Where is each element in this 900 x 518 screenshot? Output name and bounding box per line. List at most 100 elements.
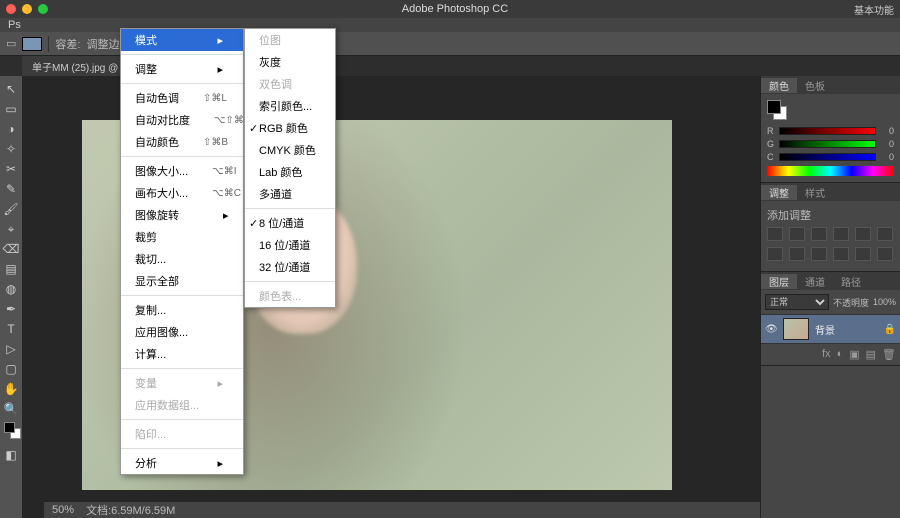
eyedropper-tool-icon[interactable]: ✎ xyxy=(2,180,20,198)
tab-swatches[interactable]: 色板 xyxy=(797,78,833,93)
adj-hue-icon[interactable] xyxy=(877,227,893,241)
zoom-tool-icon[interactable]: 🔍 xyxy=(2,400,20,418)
menu-item[interactable]: 画布大小...⌥⌘C xyxy=(121,182,243,204)
adj-bw-icon[interactable] xyxy=(767,247,783,261)
r-value[interactable]: 0 xyxy=(880,126,894,136)
brush-tool-icon[interactable]: 🖌 xyxy=(2,200,20,218)
adj-exposure-icon[interactable] xyxy=(833,227,849,241)
lock-icon[interactable]: 🔒 xyxy=(884,324,896,335)
shape-tool-icon[interactable]: ▢ xyxy=(2,360,20,378)
stamp-tool-icon[interactable]: ⌖ xyxy=(2,220,20,238)
layer-thumb[interactable] xyxy=(783,318,809,340)
tab-styles[interactable]: 样式 xyxy=(797,185,833,200)
statusbar: 50% 文档:6.59M/6.59M xyxy=(44,502,760,518)
blend-mode-select[interactable]: 正常 xyxy=(765,294,829,310)
tab-layers[interactable]: 图层 xyxy=(761,274,797,289)
menu-item[interactable]: 16 位/通道 xyxy=(245,234,335,256)
path-tool-icon[interactable]: ▷ xyxy=(2,340,20,358)
menu-item[interactable]: 应用图像... xyxy=(121,321,243,343)
type-tool-icon[interactable]: T xyxy=(2,320,20,338)
menu-item[interactable]: 索引颜色... xyxy=(245,95,335,117)
menu-item[interactable]: 图像旋转▸ xyxy=(121,204,243,226)
g-value[interactable]: 0 xyxy=(880,139,894,149)
minimize-icon[interactable] xyxy=(22,4,32,14)
menu-item[interactable]: Lab 颜色 xyxy=(245,161,335,183)
tab-channels[interactable]: 通道 xyxy=(797,274,833,289)
b-slider[interactable] xyxy=(779,153,876,161)
spectrum-strip[interactable] xyxy=(767,166,894,176)
trash-icon[interactable]: 🗑 xyxy=(882,348,896,361)
toolbox: ↖ ▭ ◑ ✧ ✂ ✎ 🖌 ⌖ ⌫ ▤ ◍ ✒ T ▷ ▢ ✋ 🔍 ◧ xyxy=(0,76,22,518)
adj-posterize-icon[interactable] xyxy=(877,247,893,261)
menu-item[interactable]: 显示全部 xyxy=(121,270,243,292)
close-icon[interactable] xyxy=(6,4,16,14)
menu-item[interactable]: ✓RGB 颜色 xyxy=(245,117,335,139)
gradient-tool-icon[interactable]: ▤ xyxy=(2,260,20,278)
fg-bg-swatch[interactable] xyxy=(2,420,20,444)
lasso-tool-icon[interactable]: ◑ xyxy=(2,120,20,138)
menu-item[interactable]: 自动颜色⇧⌘B xyxy=(121,131,243,153)
opacity-label: 不透明度 xyxy=(833,296,869,309)
menu-item[interactable]: 复制... xyxy=(121,299,243,321)
layer-name[interactable]: 背景 xyxy=(815,322,835,337)
wand-tool-icon[interactable]: ✧ xyxy=(2,140,20,158)
adj-vibrance-icon[interactable] xyxy=(855,227,871,241)
eraser-tool-icon[interactable]: ⌫ xyxy=(2,240,20,258)
tab-color[interactable]: 颜色 xyxy=(761,78,797,93)
marquee-tool-icon[interactable]: ▭ xyxy=(2,100,20,118)
b-value[interactable]: 0 xyxy=(880,152,894,162)
mask-icon[interactable]: ◐ xyxy=(837,348,844,361)
menu-item[interactable]: 模式▸ xyxy=(121,29,243,51)
fx-icon[interactable]: fx xyxy=(822,348,831,361)
doc-info[interactable]: 文档:6.59M/6.59M xyxy=(86,502,175,518)
adj-invert-icon[interactable] xyxy=(855,247,871,261)
visibility-icon[interactable]: 👁 xyxy=(765,324,777,335)
menu-item: 颜色表... xyxy=(245,285,335,307)
menu-item[interactable]: 自动色调⇧⌘L xyxy=(121,87,243,109)
menu-item[interactable]: CMYK 颜色 xyxy=(245,139,335,161)
menu-item[interactable]: ✓8 位/通道 xyxy=(245,212,335,234)
menu-item: 位图 xyxy=(245,29,335,51)
app-logo[interactable]: Ps xyxy=(8,19,21,31)
menu-item[interactable]: 多通道 xyxy=(245,183,335,205)
new-layer-icon[interactable]: ▤ xyxy=(866,348,876,361)
workspace-label[interactable]: 基本功能 xyxy=(854,2,894,17)
menu-item: 双色调 xyxy=(245,73,335,95)
quickmask-icon[interactable]: ◧ xyxy=(2,446,20,464)
adj-curves-icon[interactable] xyxy=(811,227,827,241)
opacity-value[interactable]: 100% xyxy=(873,297,896,307)
crop-tool-icon[interactable]: ✂ xyxy=(2,160,20,178)
adj-brightness-icon[interactable] xyxy=(767,227,783,241)
panel-fg-bg[interactable] xyxy=(767,100,789,122)
foreground-swatch[interactable] xyxy=(22,37,42,51)
r-slider[interactable] xyxy=(779,127,876,135)
tab-adjustments[interactable]: 调整 xyxy=(761,185,797,200)
menu-item[interactable]: 分析▸ xyxy=(121,452,243,474)
menu-item[interactable]: 32 位/通道 xyxy=(245,256,335,278)
move-tool-icon[interactable]: ↖ xyxy=(2,80,20,98)
hand-tool-icon[interactable]: ✋ xyxy=(2,380,20,398)
layer-row[interactable]: 👁 背景 🔒 xyxy=(761,315,900,343)
menu-item[interactable]: 调整▸ xyxy=(121,58,243,80)
zoom-level[interactable]: 50% xyxy=(52,504,74,516)
menu-item[interactable]: 裁剪 xyxy=(121,226,243,248)
g-slider[interactable] xyxy=(779,140,876,148)
titlebar: Adobe Photoshop CC 基本功能 xyxy=(0,0,900,18)
adj-levels-icon[interactable] xyxy=(789,227,805,241)
adj-photo-filter-icon[interactable] xyxy=(789,247,805,261)
pen-tool-icon[interactable]: ✒ xyxy=(2,300,20,318)
maximize-icon[interactable] xyxy=(38,4,48,14)
layers-panel: 图层 通道 路径 正常 不透明度 100% 👁 背景 🔒 fx xyxy=(761,272,900,366)
folder-icon[interactable]: ▣ xyxy=(849,348,859,361)
menu-item[interactable]: 灰度 xyxy=(245,51,335,73)
menu-item[interactable]: 自动对比度⌥⇧⌘L xyxy=(121,109,243,131)
menu-item[interactable]: 裁切... xyxy=(121,248,243,270)
adj-mixer-icon[interactable] xyxy=(811,247,827,261)
blur-tool-icon[interactable]: ◍ xyxy=(2,280,20,298)
menu-item[interactable]: 图像大小...⌥⌘I xyxy=(121,160,243,182)
tab-paths[interactable]: 路径 xyxy=(833,274,869,289)
adj-lookup-icon[interactable] xyxy=(833,247,849,261)
menu-item: 应用数据组... xyxy=(121,394,243,416)
tool-preset-icon[interactable]: ▭ xyxy=(6,37,16,50)
menu-item[interactable]: 计算... xyxy=(121,343,243,365)
